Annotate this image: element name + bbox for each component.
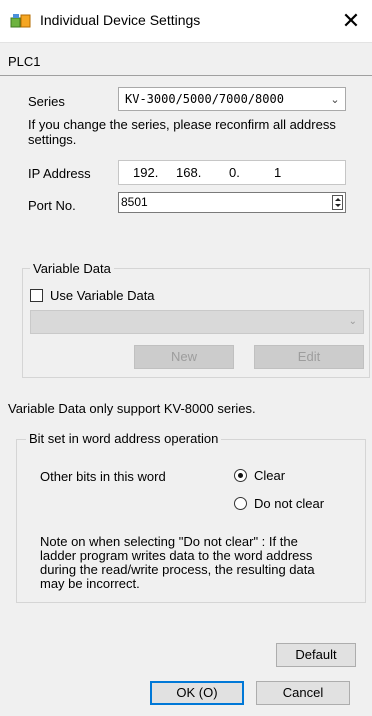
ip-address-label: IP Address	[28, 166, 91, 181]
chevron-down-icon: ⌄	[348, 316, 357, 327]
ip-octet-4: 1	[274, 165, 282, 180]
close-icon[interactable]: ✕	[336, 6, 366, 36]
ip-octet-1: 192.	[133, 165, 159, 180]
use-variable-data-checkbox[interactable]	[30, 289, 43, 302]
variable-data-note: Variable Data only support KV-8000 serie…	[8, 401, 256, 416]
chevron-down-icon: ⌄	[330, 93, 340, 106]
edit-button: Edit	[254, 345, 364, 369]
ip-octet-3: 0.	[229, 165, 240, 180]
title-divider	[0, 42, 372, 43]
ip-octet-2: 168.	[176, 165, 202, 180]
port-field[interactable]: 8501	[118, 192, 346, 213]
port-value: 8501	[121, 195, 148, 209]
series-value: KV-3000/5000/7000/8000	[125, 92, 284, 106]
spin-button-icon[interactable]	[332, 195, 343, 210]
do-not-clear-radio[interactable]	[234, 497, 247, 510]
variable-data-legend: Variable Data	[30, 261, 114, 276]
device-settings-icon	[10, 12, 32, 30]
bit-set-legend: Bit set in word address operation	[26, 431, 222, 446]
do-not-clear-label[interactable]: Do not clear	[254, 496, 324, 511]
other-bits-label: Other bits in this word	[40, 469, 166, 484]
series-label: Series	[28, 94, 65, 109]
do-not-clear-note: Note on when selecting "Do not clear" : …	[40, 534, 315, 591]
ok-button[interactable]: OK (O)	[150, 681, 244, 705]
cancel-button[interactable]: Cancel	[256, 681, 350, 705]
use-variable-data-label[interactable]: Use Variable Data	[50, 288, 155, 303]
clear-label[interactable]: Clear	[254, 468, 285, 483]
variable-data-select: ⌄	[30, 310, 364, 334]
new-button: New	[134, 345, 234, 369]
series-note: If you change the series, please reconfi…	[28, 117, 336, 147]
ip-address-field[interactable]: 192. 168. 0. 1	[118, 160, 346, 185]
window-title: Individual Device Settings	[40, 12, 201, 28]
default-button[interactable]: Default	[276, 643, 356, 667]
port-label: Port No.	[28, 198, 76, 213]
series-select[interactable]: KV-3000/5000/7000/8000 ⌄	[118, 87, 346, 111]
panel-separator	[0, 75, 372, 76]
clear-radio[interactable]	[234, 469, 247, 482]
plc-label: PLC1	[8, 54, 41, 69]
